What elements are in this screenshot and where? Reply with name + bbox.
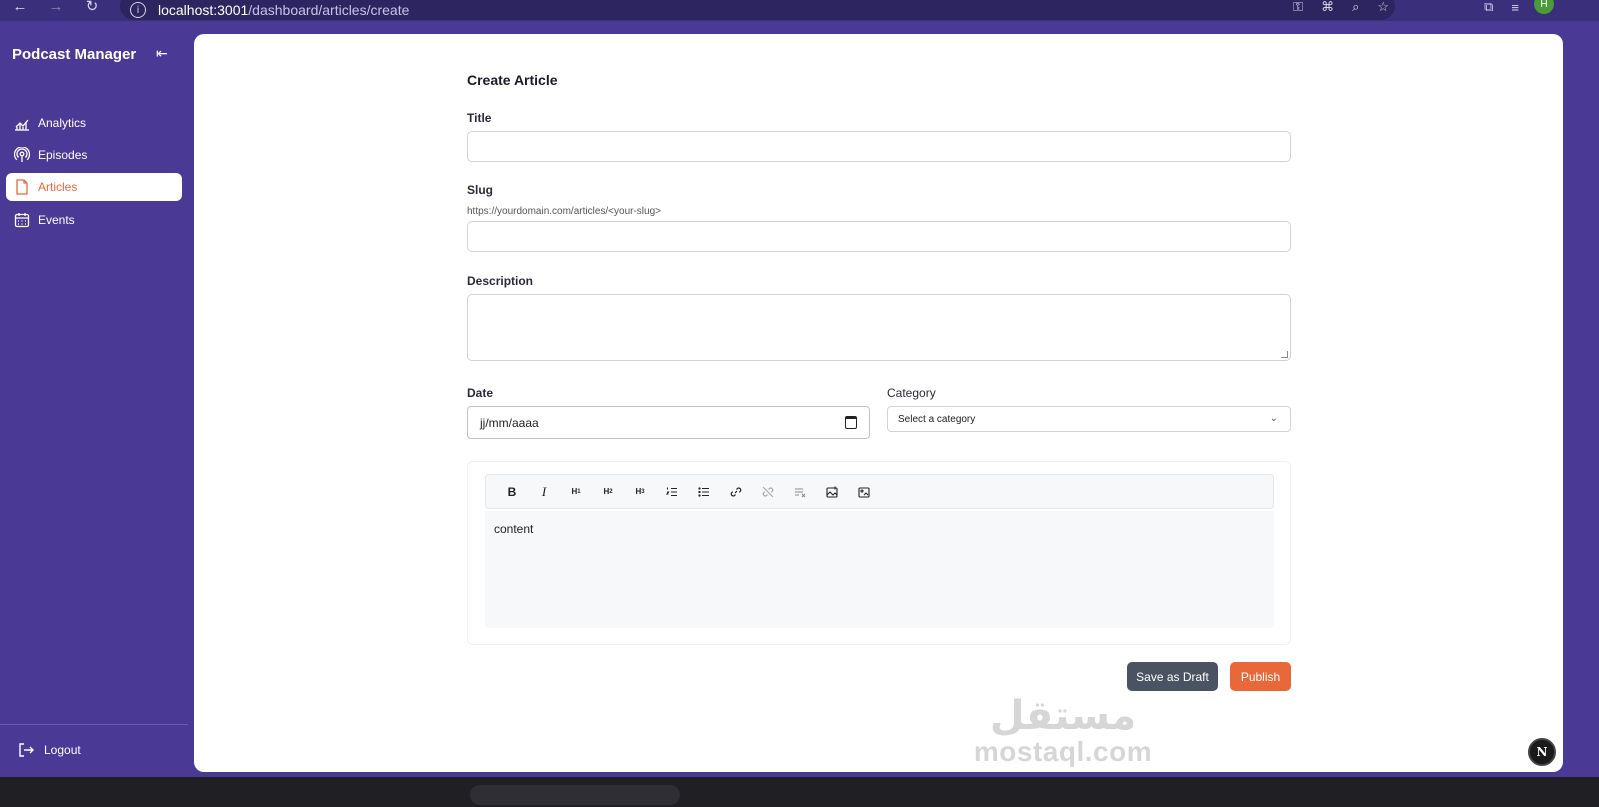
image-settings-icon[interactable] [848, 481, 880, 503]
sidebar-item-events[interactable]: Events [6, 206, 182, 234]
unlink-icon[interactable] [752, 481, 784, 503]
main-content: Create Article Title Slug https://yourdo… [194, 34, 1563, 772]
watermark-logo: مستقل mostaql.com [973, 693, 1153, 767]
insert-image-icon[interactable] [816, 481, 848, 503]
heading-3-button[interactable]: H3 [624, 481, 656, 503]
file-icon [12, 178, 32, 196]
back-icon[interactable]: ← [10, 0, 30, 16]
sidebar: Podcast Manager ⇤ Analytics Episodes Art… [0, 34, 194, 772]
os-taskbar [0, 777, 1599, 807]
category-label: Category [887, 386, 936, 400]
key-icon[interactable]: ⚿ [1293, 0, 1303, 15]
publish-button[interactable]: Publish [1230, 662, 1291, 691]
calendar-picker-icon[interactable] [845, 416, 857, 429]
calendar-icon [12, 211, 32, 229]
editor-toolbar: B I H1 H2 H3 [485, 474, 1274, 509]
forward-icon[interactable]: → [46, 0, 66, 16]
save-draft-button[interactable]: Save as Draft [1127, 662, 1218, 691]
italic-button[interactable]: I [528, 481, 560, 503]
brand-title: Podcast Manager [12, 46, 137, 63]
logout-label: Logout [44, 743, 81, 757]
editor-content-area[interactable]: content [485, 511, 1274, 628]
page-title: Create Article [467, 72, 558, 88]
browser-actions: ⚿ ⌘ ⌕ ☆ [1293, 0, 1389, 14]
zoom-icon[interactable]: ⌕ [1352, 0, 1359, 15]
sidebar-item-label: Articles [38, 180, 78, 194]
logout-button[interactable]: Logout [18, 742, 81, 758]
reload-icon[interactable]: ↻ [82, 0, 102, 16]
clear-format-icon[interactable] [784, 481, 816, 503]
bold-button[interactable]: B [496, 481, 528, 503]
translate-icon[interactable]: ⌘ [1321, 0, 1334, 15]
heading-2-button[interactable]: H2 [592, 481, 624, 503]
url-text: localhost:3001/dashboard/articles/create [158, 2, 410, 18]
sidebar-item-label: Analytics [38, 116, 87, 130]
sidebar-item-analytics[interactable]: Analytics [6, 109, 182, 137]
slug-hint: https://yourdomain.com/articles/<your-sl… [467, 206, 661, 217]
link-icon[interactable] [720, 481, 752, 503]
bookmark-star-icon[interactable]: ☆ [1377, 0, 1389, 15]
sidebar-divider [0, 724, 188, 725]
extensions-icon[interactable]: ⧉ [1484, 0, 1493, 15]
sidebar-item-episodes[interactable]: Episodes [6, 141, 182, 169]
logout-icon [19, 743, 34, 757]
date-label: Date [467, 386, 494, 400]
site-info-icon[interactable]: i [130, 2, 146, 18]
media-icon[interactable]: ≡ [1511, 0, 1519, 15]
date-input[interactable]: jj/mm/aaaa [467, 406, 870, 439]
chart-line-icon [12, 114, 32, 132]
category-select[interactable]: Select a category ⌄ [887, 406, 1291, 432]
sidebar-item-label: Events [38, 213, 75, 227]
sidebar-item-label: Episodes [38, 148, 88, 162]
sidebar-item-articles[interactable]: Articles [6, 173, 182, 201]
heading-1-button[interactable]: H1 [560, 481, 592, 503]
nextjs-dev-indicator[interactable]: N [1528, 738, 1556, 766]
address-bar[interactable]: i localhost:3001/dashboard/articles/crea… [120, 0, 1395, 20]
resize-handle[interactable] [1281, 351, 1288, 358]
profile-avatar[interactable]: H [1534, 0, 1554, 14]
category-selected: Select a category [898, 413, 976, 425]
title-input[interactable] [467, 131, 1291, 162]
title-label: Title [467, 111, 492, 125]
podcast-icon [12, 146, 32, 164]
bullet-list-icon[interactable] [688, 481, 720, 503]
ordered-list-icon[interactable] [656, 481, 688, 503]
slug-input[interactable] [467, 221, 1291, 252]
browser-toolbar: ← → ↻ i localhost:3001/dashboard/article… [0, 0, 1599, 21]
rich-text-editor: B I H1 H2 H3 content [467, 461, 1291, 645]
description-textarea[interactable] [467, 294, 1291, 361]
taskbar-search[interactable] [470, 785, 680, 805]
chevron-down-icon: ⌄ [1269, 413, 1278, 424]
browser-extensions: ⧉ ≡ [1484, 0, 1519, 15]
date-placeholder: jj/mm/aaaa [480, 415, 539, 430]
collapse-sidebar-icon[interactable]: ⇤ [156, 45, 168, 62]
slug-label: Slug [467, 183, 493, 197]
description-label: Description [467, 274, 534, 288]
